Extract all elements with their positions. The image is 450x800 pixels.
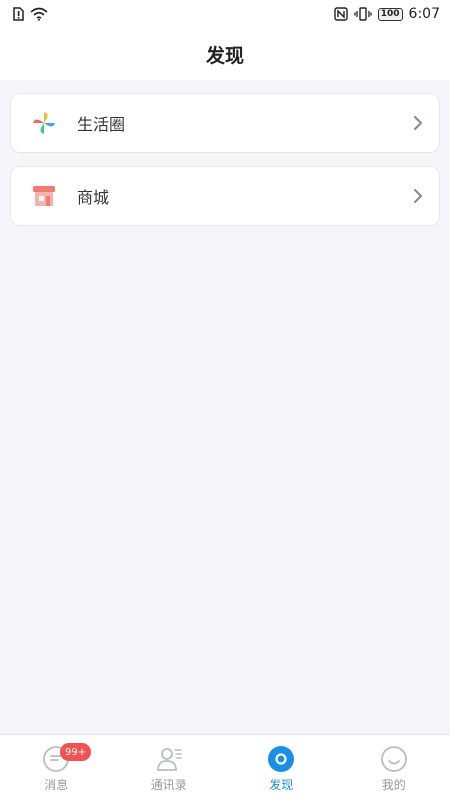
vibrate-icon bbox=[354, 7, 372, 21]
tab-label: 发现 bbox=[269, 778, 294, 792]
alert-sim-icon bbox=[13, 7, 24, 21]
status-time: 6:07 bbox=[408, 6, 440, 22]
pinwheel-icon bbox=[31, 110, 57, 136]
unread-badge: 99+ bbox=[60, 743, 92, 761]
tab-contacts[interactable]: 通讯录 bbox=[113, 735, 226, 800]
discover-icon bbox=[268, 746, 295, 772]
tab-profile[interactable]: 我的 bbox=[338, 735, 450, 800]
battery-icon: 100 bbox=[377, 7, 403, 21]
wifi-icon bbox=[30, 7, 48, 21]
tab-label: 通讯录 bbox=[150, 778, 187, 792]
menu-item-label: 商城 bbox=[77, 188, 110, 207]
header: 发现 bbox=[0, 28, 450, 80]
status-bar: 100 6:07 bbox=[0, 0, 450, 28]
bottom-tab-bar: 消息 99+ 通讯录 发现 我的 bbox=[0, 734, 450, 800]
chevron-right-icon bbox=[413, 115, 423, 131]
contacts-icon bbox=[156, 748, 182, 771]
tab-discover[interactable]: 发现 bbox=[225, 735, 338, 800]
nfc-icon bbox=[334, 7, 348, 21]
status-right: 100 6:07 bbox=[334, 6, 440, 22]
tab-messages[interactable]: 消息 99+ bbox=[0, 735, 113, 800]
tab-label: 我的 bbox=[381, 778, 406, 792]
page-title: 发现 bbox=[205, 44, 244, 67]
chevron-right-icon bbox=[413, 188, 423, 204]
shop-icon bbox=[31, 183, 57, 209]
menu-item-label: 生活圈 bbox=[77, 115, 126, 134]
menu-item-shop[interactable]: 商城 bbox=[10, 166, 440, 226]
menu-item-life-circle[interactable]: 生活圈 bbox=[10, 93, 440, 153]
profile-icon bbox=[380, 746, 407, 772]
tab-label: 消息 bbox=[44, 778, 69, 792]
status-left bbox=[12, 7, 48, 21]
